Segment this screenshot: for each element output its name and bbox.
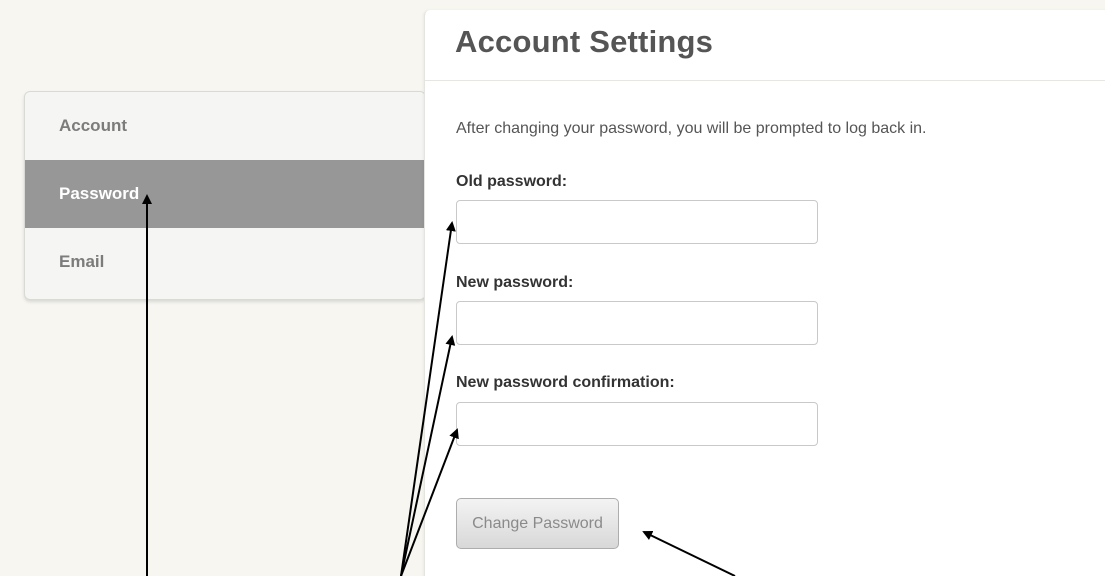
old-password-label: Old password: [456,173,568,190]
new-password-label: New password: [456,274,574,291]
old-password-input[interactable] [456,200,818,244]
change-password-button[interactable]: Change Password [456,498,619,549]
password-change-note: After changing your password, you will b… [456,120,927,137]
page-title: Account Settings [455,24,714,59]
screenshot-stage: Account Password Email Account Settings … [0,0,1105,576]
settings-sidebar: Account Password Email [24,91,426,300]
sidebar-item-password[interactable]: Password [25,160,425,228]
panel-header: Account Settings [425,10,1105,81]
new-password-input[interactable] [456,301,818,345]
sidebar-item-label: Email [59,252,105,271]
account-settings-panel: Account Settings After changing your pas… [424,10,1105,576]
new-password-confirmation-label: New password confirmation: [456,374,675,391]
sidebar-item-account[interactable]: Account [25,92,425,160]
sidebar-item-label: Account [59,116,127,135]
sidebar-item-email[interactable]: Email [25,228,425,296]
sidebar-item-label: Password [59,184,140,203]
new-password-confirmation-input[interactable] [456,402,818,446]
